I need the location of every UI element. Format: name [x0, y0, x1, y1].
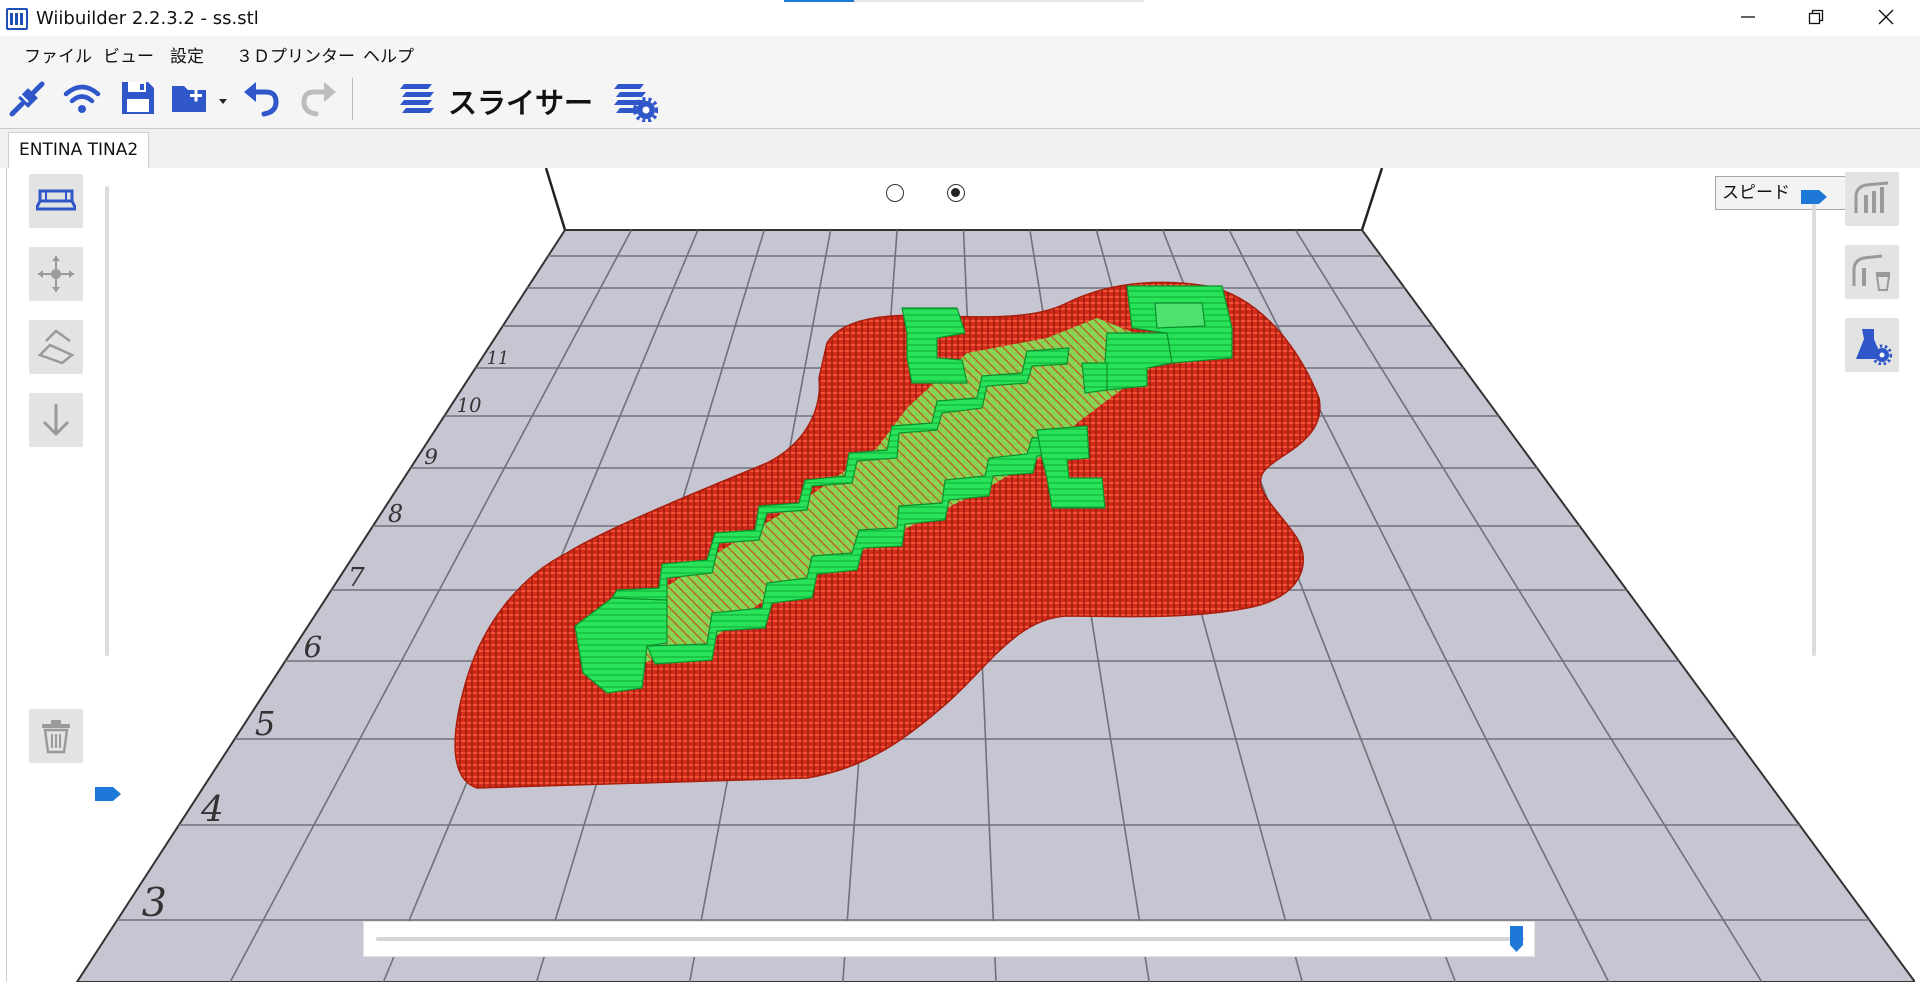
support-button[interactable] [1845, 172, 1899, 226]
window-title: Wiibuilder 2.2.3.2 - ss.stl [36, 8, 259, 29]
scene-canvas[interactable]: 3 4 5 6 7 8 9 10 11 [7, 168, 1915, 982]
display-mode-value: スピード [1722, 183, 1790, 203]
support-delete-icon [1852, 254, 1891, 291]
title-accent-bar-2 [854, 0, 1144, 2]
toolbar: スライサー [0, 68, 1920, 129]
right-slider-thumb[interactable] [1799, 188, 1829, 206]
rotate-button[interactable] [29, 320, 83, 374]
move-icon [38, 256, 74, 292]
left-slider-thumb[interactable] [93, 785, 123, 803]
restore-button[interactable] [1782, 0, 1850, 34]
title-bar: Wiibuilder 2.2.3.2 - ss.stl [0, 0, 1920, 36]
layer-slider[interactable] [363, 921, 1535, 957]
tab-printer[interactable]: ENTINA TINA2 [8, 132, 150, 168]
rotate-icon [37, 329, 75, 365]
grid-label: 10 [457, 394, 482, 417]
redo-icon[interactable] [298, 78, 338, 118]
minimize-button[interactable] [1714, 0, 1782, 34]
close-icon [1878, 9, 1894, 25]
delete-icon [42, 720, 70, 754]
grid-label: 7 [348, 562, 365, 593]
grid-label: 4 [200, 789, 224, 830]
printer-tab-bar: ENTINA TINA2 [0, 129, 1920, 168]
menu-view[interactable]: ビュー [103, 42, 154, 67]
grid-label: 9 [424, 445, 438, 470]
build-plate-icon [36, 189, 76, 211]
view-mode-radio-1[interactable] [886, 184, 904, 202]
build-volume-back-wall [552, 168, 1382, 230]
slicer-label[interactable]: スライサー [448, 80, 593, 122]
wifi-icon[interactable] [62, 78, 102, 118]
menu-file[interactable]: ファイル [24, 42, 92, 67]
undo-icon[interactable] [242, 78, 282, 118]
right-layer-slider-track[interactable] [1812, 196, 1816, 656]
grid-label: 3 [142, 880, 167, 926]
title-accent-bar [784, 0, 854, 2]
menu-settings[interactable]: 設定 [170, 42, 204, 67]
menu-bar: ファイル ビュー 設定 ３Ｄプリンター ヘルプ [0, 36, 1920, 68]
connect-icon[interactable] [8, 78, 48, 118]
layers-settings-icon[interactable] [614, 78, 658, 122]
toolbar-separator [352, 78, 353, 120]
move-button[interactable] [29, 247, 83, 301]
minimize-icon [1741, 16, 1755, 18]
app-logo-icon [6, 8, 28, 30]
support-settings-button[interactable] [1845, 318, 1899, 372]
grid-label: 5 [255, 705, 276, 743]
dropdown-arrow-icon[interactable] [216, 78, 230, 118]
drop-down-icon [42, 404, 70, 437]
drop-to-bed-button[interactable] [29, 393, 83, 447]
support-icon [1854, 181, 1889, 213]
support-delete-button[interactable] [1845, 245, 1899, 299]
build-plate-button[interactable] [29, 174, 83, 228]
layer-slider-track[interactable] [376, 937, 1524, 941]
menu-help[interactable]: ヘルプ [363, 42, 414, 67]
close-button[interactable] [1852, 0, 1920, 34]
menu-3d-printer[interactable]: ３Ｄプリンター [236, 42, 355, 67]
restore-icon [1808, 9, 1824, 25]
3d-viewport[interactable]: 3 4 5 6 7 8 9 10 11 スピード [6, 168, 1915, 982]
grid-label: 8 [388, 500, 403, 528]
view-mode-radio-2[interactable] [947, 184, 965, 202]
save-icon[interactable] [118, 78, 158, 118]
layers-icon[interactable] [398, 78, 438, 118]
grid-label: 11 [487, 349, 509, 369]
support-settings-icon [1856, 329, 1892, 365]
delete-model-button[interactable] [29, 709, 83, 763]
layer-slider-thumb[interactable] [1509, 925, 1524, 953]
open-folder-icon[interactable] [170, 78, 210, 118]
left-layer-slider-track[interactable] [105, 186, 109, 656]
grid-label: 6 [304, 630, 323, 664]
